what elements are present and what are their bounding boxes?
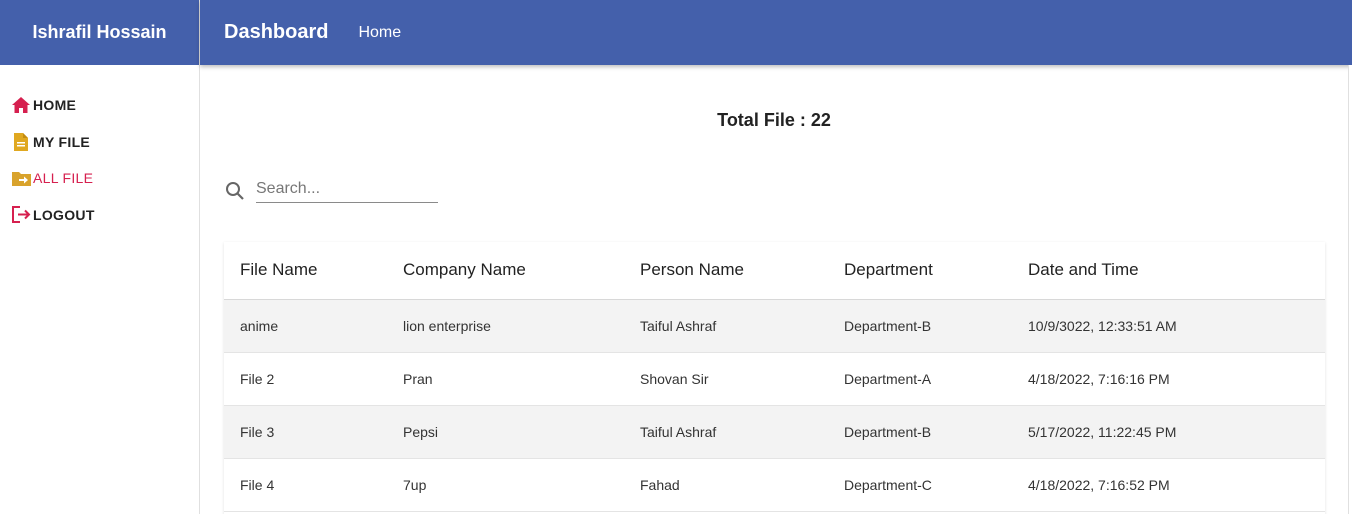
cell-person-name: Shovan Sir (624, 352, 828, 406)
total-file-count: Total File : 22 (717, 110, 831, 130)
column-header-department[interactable]: Department (828, 242, 1012, 299)
sidebar: Ishrafil Hossain HOME MY FILE ALL FILE L… (0, 0, 200, 514)
cell-file-name: File 2 (224, 352, 387, 406)
search-input[interactable] (256, 175, 438, 203)
cell-person-name: Fahad (624, 458, 828, 512)
cell-file-name: File 3 (224, 405, 387, 459)
main-content: Total File : 22 File Name Company Name P… (200, 65, 1352, 514)
cell-date-time: 5/17/2022, 11:22:45 PM (1012, 405, 1325, 459)
topbar: Dashboard Home (200, 0, 1352, 65)
sidebar-item-all-file[interactable]: ALL FILE (0, 160, 199, 197)
cell-department: Department-A (828, 352, 1012, 406)
cell-company-name: Pepsi (387, 405, 624, 459)
page-title: Dashboard (224, 21, 329, 43)
search-bar (224, 175, 438, 203)
user-name: Ishrafil Hossain (32, 22, 167, 42)
search-icon (224, 180, 246, 202)
sidebar-item-label: LOGOUT (33, 206, 95, 223)
table-row[interactable]: File 4 7up Fahad Department-C 4/18/2022,… (224, 458, 1325, 512)
cell-department: Department-B (828, 299, 1012, 353)
sidebar-item-label: HOME (33, 97, 77, 114)
sidebar-item-label: MY FILE (33, 133, 91, 150)
table-row[interactable]: anime lion enterprise Taiful Ashraf Depa… (224, 299, 1325, 353)
sidebar-item-logout[interactable]: LOGOUT (0, 197, 199, 234)
page-scrollbar[interactable] (1348, 65, 1352, 514)
column-header-person-name[interactable]: Person Name (624, 242, 828, 299)
logout-icon (10, 204, 32, 226)
sidebar-item-home[interactable]: HOME (0, 87, 199, 124)
column-header-file-name[interactable]: File Name (224, 242, 387, 299)
table-row[interactable]: File 2 Pran Shovan Sir Department-A 4/18… (224, 352, 1325, 406)
home-link[interactable]: Home (358, 24, 401, 42)
cell-file-name: anime (224, 299, 387, 353)
table-header-row: File Name Company Name Person Name Depar… (224, 242, 1325, 299)
cell-date-time: 4/18/2022, 7:16:52 PM (1012, 458, 1325, 512)
cell-company-name: 7up (387, 458, 624, 512)
sidebar-nav: HOME MY FILE ALL FILE LOGOUT (0, 65, 199, 233)
cell-person-name: Taiful Ashraf (624, 405, 828, 459)
sidebar-item-label: ALL FILE (33, 170, 94, 187)
home-icon (10, 94, 32, 116)
cell-department: Department-C (828, 458, 1012, 512)
cell-date-time: 4/18/2022, 7:16:16 PM (1012, 352, 1325, 406)
cell-company-name: lion enterprise (387, 299, 624, 353)
sidebar-item-my-file[interactable]: MY FILE (0, 124, 199, 161)
cell-file-name: File 4 (224, 458, 387, 512)
cell-date-time: 10/9/3022, 12:33:51 AM (1012, 299, 1325, 353)
folder-icon (10, 167, 32, 189)
cell-department: Department-B (828, 405, 1012, 459)
file-icon (10, 131, 32, 153)
files-table: File Name Company Name Person Name Depar… (224, 242, 1325, 514)
column-header-company-name[interactable]: Company Name (387, 242, 624, 299)
sidebar-header: Ishrafil Hossain (0, 0, 199, 65)
table-row[interactable]: File 3 Pepsi Taiful Ashraf Department-B … (224, 405, 1325, 459)
cell-person-name: Taiful Ashraf (624, 299, 828, 353)
column-header-date-time[interactable]: Date and Time (1012, 242, 1325, 299)
cell-company-name: Pran (387, 352, 624, 406)
